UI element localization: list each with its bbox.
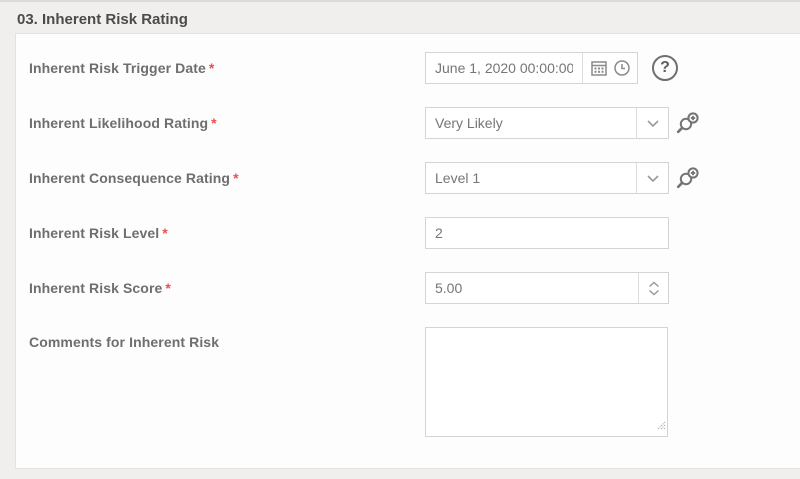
magnifier-plus-icon[interactable]: [676, 166, 700, 190]
required-asterisk: *: [165, 280, 171, 296]
consequence-rating-label: Inherent Consequence Rating*: [29, 170, 425, 186]
row-trigger-date: Inherent Risk Trigger Date*: [29, 52, 800, 84]
likelihood-rating-value: Very Likely: [426, 115, 636, 131]
chevron-down-icon[interactable]: [636, 108, 668, 138]
risk-level-input[interactable]: [426, 225, 668, 241]
comments-label: Comments for Inherent Risk: [29, 327, 425, 350]
chevron-down-icon[interactable]: [636, 163, 668, 193]
form-panel: Inherent Risk Trigger Date*: [15, 33, 800, 469]
risk-score-label: Inherent Risk Score*: [29, 280, 425, 296]
trigger-date-input-group: [425, 52, 638, 84]
calendar-icon[interactable]: [590, 59, 608, 77]
resize-grip-icon[interactable]: [655, 417, 666, 435]
clock-icon[interactable]: [613, 59, 631, 77]
trigger-date-label: Inherent Risk Trigger Date*: [29, 60, 425, 76]
consequence-rating-select[interactable]: Level 1: [425, 162, 669, 194]
row-likelihood-rating: Inherent Likelihood Rating* Very Likely: [29, 107, 800, 139]
row-risk-score: Inherent Risk Score*: [29, 272, 800, 304]
number-spinner: [638, 273, 668, 303]
risk-score-input[interactable]: [426, 280, 638, 296]
likelihood-rating-select[interactable]: Very Likely: [425, 107, 669, 139]
comments-textarea-wrap: [425, 327, 668, 437]
consequence-rating-value: Level 1: [426, 170, 636, 186]
inherent-risk-rating-page: 03. Inherent Risk Rating Inherent Risk T…: [0, 0, 800, 479]
required-asterisk: *: [209, 60, 215, 76]
magnifier-plus-icon[interactable]: [676, 111, 700, 135]
row-comments: Comments for Inherent Risk: [29, 327, 800, 437]
risk-level-label: Inherent Risk Level*: [29, 225, 425, 241]
required-asterisk: *: [211, 115, 217, 131]
chevron-down-icon[interactable]: [648, 289, 660, 296]
required-asterisk: *: [162, 225, 168, 241]
chevron-up-icon[interactable]: [648, 281, 660, 288]
trigger-date-input[interactable]: [426, 60, 582, 76]
required-asterisk: *: [233, 170, 239, 186]
help-icon[interactable]: ?: [652, 55, 678, 81]
risk-score-input-group: [425, 272, 669, 304]
section-title: 03. Inherent Risk Rating: [0, 2, 800, 33]
risk-level-input-group: [425, 217, 669, 249]
date-time-picker-buttons: [582, 53, 637, 83]
row-consequence-rating: Inherent Consequence Rating* Level 1: [29, 162, 800, 194]
row-risk-level: Inherent Risk Level*: [29, 217, 800, 249]
likelihood-rating-label: Inherent Likelihood Rating*: [29, 115, 425, 131]
comments-textarea[interactable]: [426, 328, 667, 436]
